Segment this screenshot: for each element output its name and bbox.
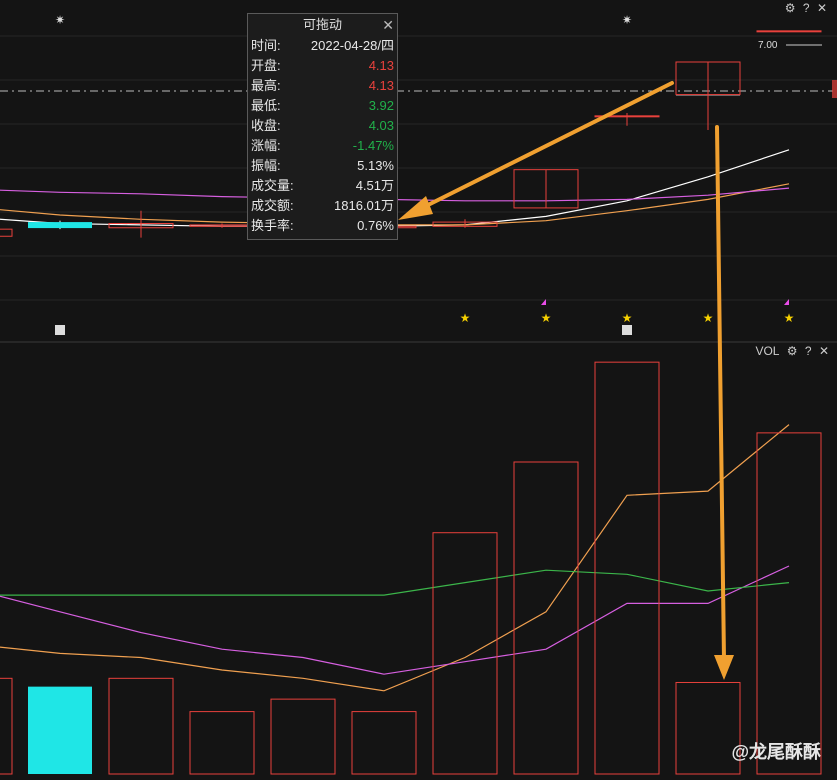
tooltip-title[interactable]: 可拖动 ✕ [248, 14, 397, 36]
settings-icon[interactable]: ⚙ [787, 344, 798, 358]
tooltip-value: 3.92 [368, 98, 394, 113]
kline-chart[interactable]: ✷ ✷ ★ ★ ★ ★ ★ [0, 0, 837, 780]
event-markers[interactable]: ✷ ✷ ★ ★ ★ ★ ★ [55, 13, 794, 335]
tooltip-key: 最高: [251, 78, 281, 93]
volume-bar [0, 677, 13, 775]
vol-label: VOL [755, 344, 780, 358]
help-icon[interactable]: ? [805, 344, 812, 358]
vol-ma-line-mav20 [0, 569, 790, 596]
volume-bar [189, 711, 255, 775]
tooltip-rows: 时间: 2022-04-28/四开盘: 4.13 最高: 4.13 最低: 3.92 收盘: 4… [248, 36, 397, 236]
volume-bar [28, 686, 92, 774]
price-grid [0, 35, 837, 301]
tooltip-key: 换手率: [251, 218, 294, 233]
price-axis-marker [832, 80, 837, 98]
close-icon[interactable]: ✕ [382, 14, 394, 36]
watermark: @龙尾酥酥 [731, 742, 821, 762]
tooltip-value: 0.76% [357, 218, 394, 233]
tooltip-value: 4.03 [368, 118, 394, 133]
volume-bar [675, 681, 741, 775]
tooltip-row: 开盘: 4.13 [248, 56, 397, 76]
tooltip-value: 1816.01万 [334, 198, 394, 213]
tooltip-row: 涨幅: -1.47% [248, 136, 397, 156]
candle-body [28, 222, 92, 229]
tooltip-value: 2022-04-28/四 [310, 38, 394, 53]
tooltip-row: 换手率: 0.76% [248, 216, 397, 236]
tooltip-key: 时间: [251, 38, 281, 53]
star-icon[interactable]: ★ [703, 311, 714, 325]
annotation-arrows [398, 81, 734, 680]
volume-bar [270, 698, 336, 775]
tooltip-row: 最高: 4.13 [248, 76, 397, 96]
note-marker[interactable] [622, 325, 632, 335]
tooltip-row: 收盘: 4.03 [248, 116, 397, 136]
tooltip-key: 涨幅: [251, 138, 281, 153]
note-marker[interactable] [55, 325, 65, 335]
tooltip-key: 成交额: [251, 198, 294, 213]
tooltip-value: 4.51万 [355, 178, 394, 193]
candle-body [756, 30, 822, 33]
tooltip-row: 成交额: 1816.01万 [248, 196, 397, 216]
tooltip-key: 成交量: [251, 178, 294, 193]
tooltip-row: 最低: 3.92 [248, 96, 397, 116]
star-icon[interactable]: ★ [784, 311, 795, 325]
tooltip-key: 振幅: [251, 158, 281, 173]
tooltip-row: 振幅: 5.13% [248, 156, 397, 176]
volume-bar [108, 677, 174, 775]
tooltip-row: 时间: 2022-04-28/四 [248, 36, 397, 56]
close-icon[interactable]: ✕ [819, 344, 829, 358]
tooltip-row: 成交量: 4.51万 [248, 176, 397, 196]
event-marker[interactable]: ✷ [55, 13, 65, 27]
help-icon[interactable]: ? [803, 1, 810, 15]
close-icon[interactable]: ✕ [817, 1, 827, 15]
star-icon[interactable]: ★ [460, 311, 471, 325]
star-icon[interactable]: ★ [622, 311, 633, 325]
star-icon[interactable]: ★ [541, 311, 552, 325]
volume-bar [756, 432, 822, 775]
vol-ma-line-mav5 [0, 424, 790, 692]
ohlc-tooltip[interactable]: 可拖动 ✕ 时间: 2022-04-28/四开盘: 4.13 最高: 4.13 最低: 3.… [247, 13, 398, 240]
vol-ma-line-mav10 [0, 565, 790, 675]
settings-icon[interactable]: ⚙ [785, 1, 796, 15]
vol-panel-controls: VOL ⚙ ? ✕ [751, 344, 829, 358]
tooltip-value: 4.13 [368, 78, 394, 93]
volume-bar [513, 461, 579, 775]
price-level-label: 7.00 [758, 40, 778, 51]
tooltip-key: 开盘: [251, 58, 281, 73]
tooltip-title-label: 可拖动 [302, 17, 342, 32]
candle-body [0, 228, 13, 237]
tooltip-key: 最低: [251, 98, 281, 113]
price-panel-controls: ⚙ ? ✕ [781, 1, 827, 15]
tooltip-key: 收盘: [251, 118, 281, 133]
event-marker[interactable]: ✷ [622, 13, 632, 27]
tooltip-value: 4.13 [368, 58, 394, 73]
volume-bar [351, 711, 417, 775]
tooltip-value: 5.13% [357, 158, 394, 173]
volume-bar [594, 361, 660, 775]
tooltip-value: -1.47% [352, 138, 394, 153]
volume-bar [432, 532, 498, 775]
